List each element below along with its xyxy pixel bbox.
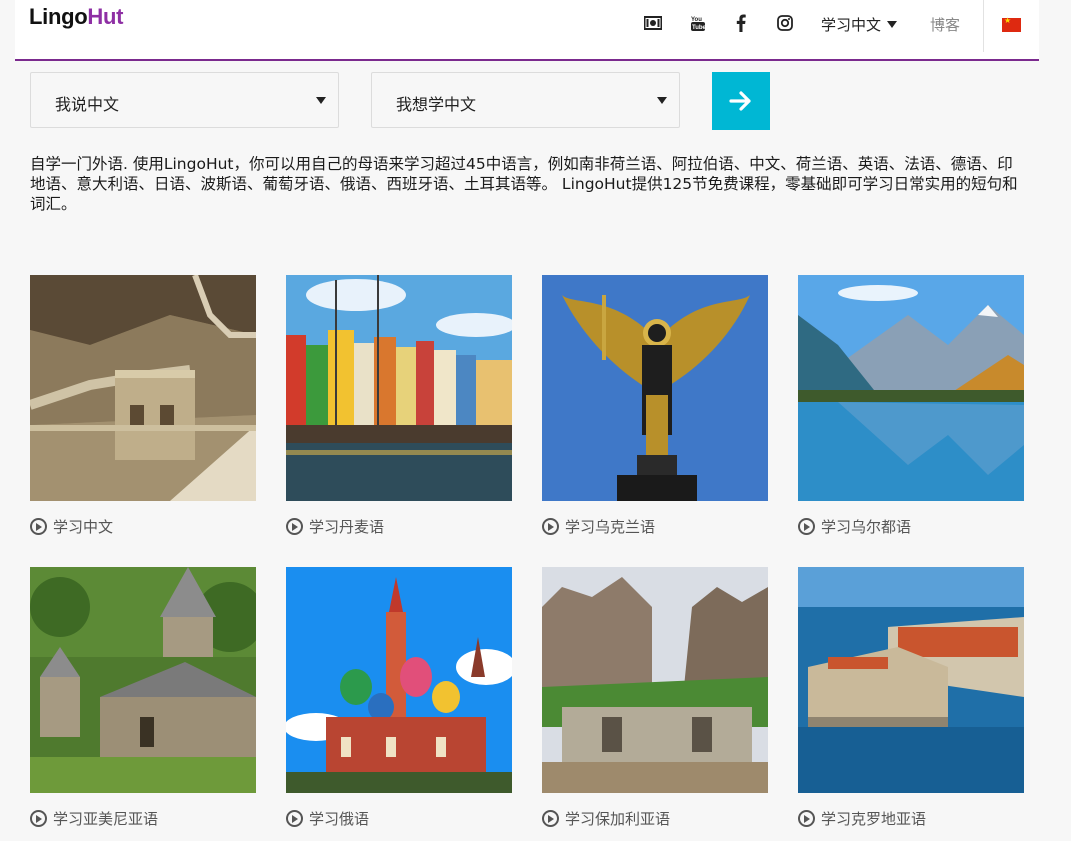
target-language-select[interactable]: 我想学中文 [371,72,680,128]
course-label: 学习俄语 [309,810,370,828]
play-circle-icon [286,518,303,535]
course-link[interactable]: 学习俄语 [286,808,369,829]
chevron-down-icon [316,97,326,104]
course-card[interactable]: 学习俄语 [286,567,512,828]
st-basils-cathedral-image[interactable] [286,567,512,793]
blog-link[interactable]: 博客 [930,14,960,35]
play-circle-icon [30,810,47,827]
course-card[interactable]: 学习乌克兰语 [542,275,768,536]
instagram-icon[interactable] [776,14,794,32]
play-circle-icon [542,518,559,535]
course-card[interactable]: 学习丹麦语 [286,275,512,536]
youtube-icon[interactable]: You Tube [689,14,707,32]
language-menu[interactable]: 学习中文 [821,14,898,35]
facebook-icon[interactable] [732,14,750,32]
site-header: LingoHut You Tube 学习中文 博客 [15,0,1039,61]
course-label: 学习乌克兰语 [565,518,656,536]
course-card[interactable]: 学习克罗地亚语 [798,567,1024,828]
course-card[interactable]: 学习保加利亚语 [542,567,768,828]
svg-text:Tube: Tube [692,25,706,31]
go-button[interactable] [712,72,770,130]
course-link[interactable]: 学习保加利亚语 [542,808,670,829]
armenian-monastery-image[interactable] [30,567,256,793]
copenhagen-nyhavn-image[interactable] [286,275,512,501]
play-circle-icon [798,518,815,535]
course-label: 学习保加利亚语 [565,810,671,828]
native-language-select[interactable]: 我说中文 [30,72,339,128]
intro-text: 自学一门外语. 使用LingoHut，你可以用自己的母语来学习超过45中语言，例… [30,155,1018,213]
course-label: 学习中文 [53,518,114,536]
dubrovnik-image[interactable] [798,567,1024,793]
chevron-down-icon [657,97,667,104]
lingohut-logo[interactable]: LingoHut [29,4,123,30]
money-icon[interactable] [644,14,662,32]
play-circle-icon [798,810,815,827]
course-label: 学习亚美尼亚语 [53,810,159,828]
belogradchik-fortress-image[interactable] [542,567,768,793]
arrow-right-icon [729,91,751,111]
course-label: 学习乌尔都语 [821,518,912,536]
course-label: 学习克罗地亚语 [821,810,927,828]
course-card[interactable]: 学习乌尔都语 [798,275,1024,536]
mountain-lake-image[interactable] [798,275,1024,501]
course-link[interactable]: 学习丹麦语 [286,516,384,537]
great-wall-image[interactable] [30,275,256,501]
play-circle-icon [30,518,47,535]
course-link[interactable]: 学习乌克兰语 [542,516,655,537]
chevron-down-icon [887,21,898,28]
course-card[interactable]: 学习中文 [30,275,256,536]
language-menu-label: 学习中文 [821,16,882,34]
target-language-value: 我想学中文 [396,95,477,114]
archangel-statue-image[interactable] [542,275,768,501]
course-card[interactable]: 学习亚美尼亚语 [30,567,256,828]
native-language-value: 我说中文 [55,95,120,114]
play-circle-icon [286,810,303,827]
course-label: 学习丹麦语 [309,518,385,536]
course-link[interactable]: 学习乌尔都语 [798,516,911,537]
course-link[interactable]: 学习亚美尼亚语 [30,808,158,829]
china-flag-icon[interactable] [1002,16,1021,32]
play-circle-icon [542,810,559,827]
course-link[interactable]: 学习克罗地亚语 [798,808,926,829]
course-link[interactable]: 学习中文 [30,516,113,537]
nav-divider [983,0,984,52]
